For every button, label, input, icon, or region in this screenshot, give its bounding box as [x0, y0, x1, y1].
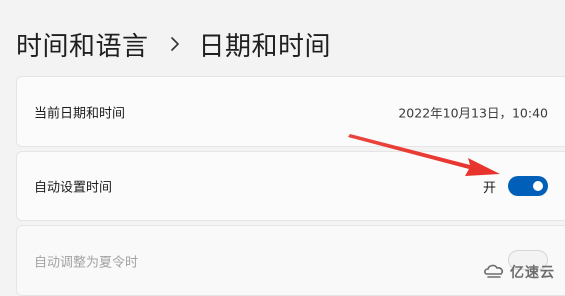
- breadcrumb-parent[interactable]: 时间和语言: [16, 26, 149, 63]
- page-title: 日期和时间: [198, 31, 332, 62]
- auto-time-toggle[interactable]: [508, 176, 548, 196]
- toggle-knob: [533, 181, 543, 191]
- breadcrumb: 时间和语言 日期和时间: [16, 22, 331, 66]
- current-datetime-label: 当前日期和时间: [34, 106, 126, 121]
- auto-time-state-text: 开: [482, 180, 496, 196]
- auto-dst-label: 自动调整为夏令时: [34, 255, 139, 270]
- watermark-text: 亿速云: [510, 265, 555, 281]
- auto-time-card: 自动设置时间 开: [16, 151, 565, 221]
- watermark: 亿速云: [483, 262, 555, 282]
- current-datetime-card: 当前日期和时间 2022年10月13日，10:40: [16, 76, 565, 147]
- auto-dst-card: 自动调整为夏令时: [16, 225, 565, 296]
- cloud-logo-icon: [484, 264, 504, 278]
- auto-time-toggle-group: 开: [483, 176, 548, 196]
- auto-time-label: 自动设置时间: [34, 180, 113, 196]
- chevron-right-icon: [165, 34, 185, 54]
- current-datetime-value: 2022年10月13日，10:40: [398, 105, 548, 120]
